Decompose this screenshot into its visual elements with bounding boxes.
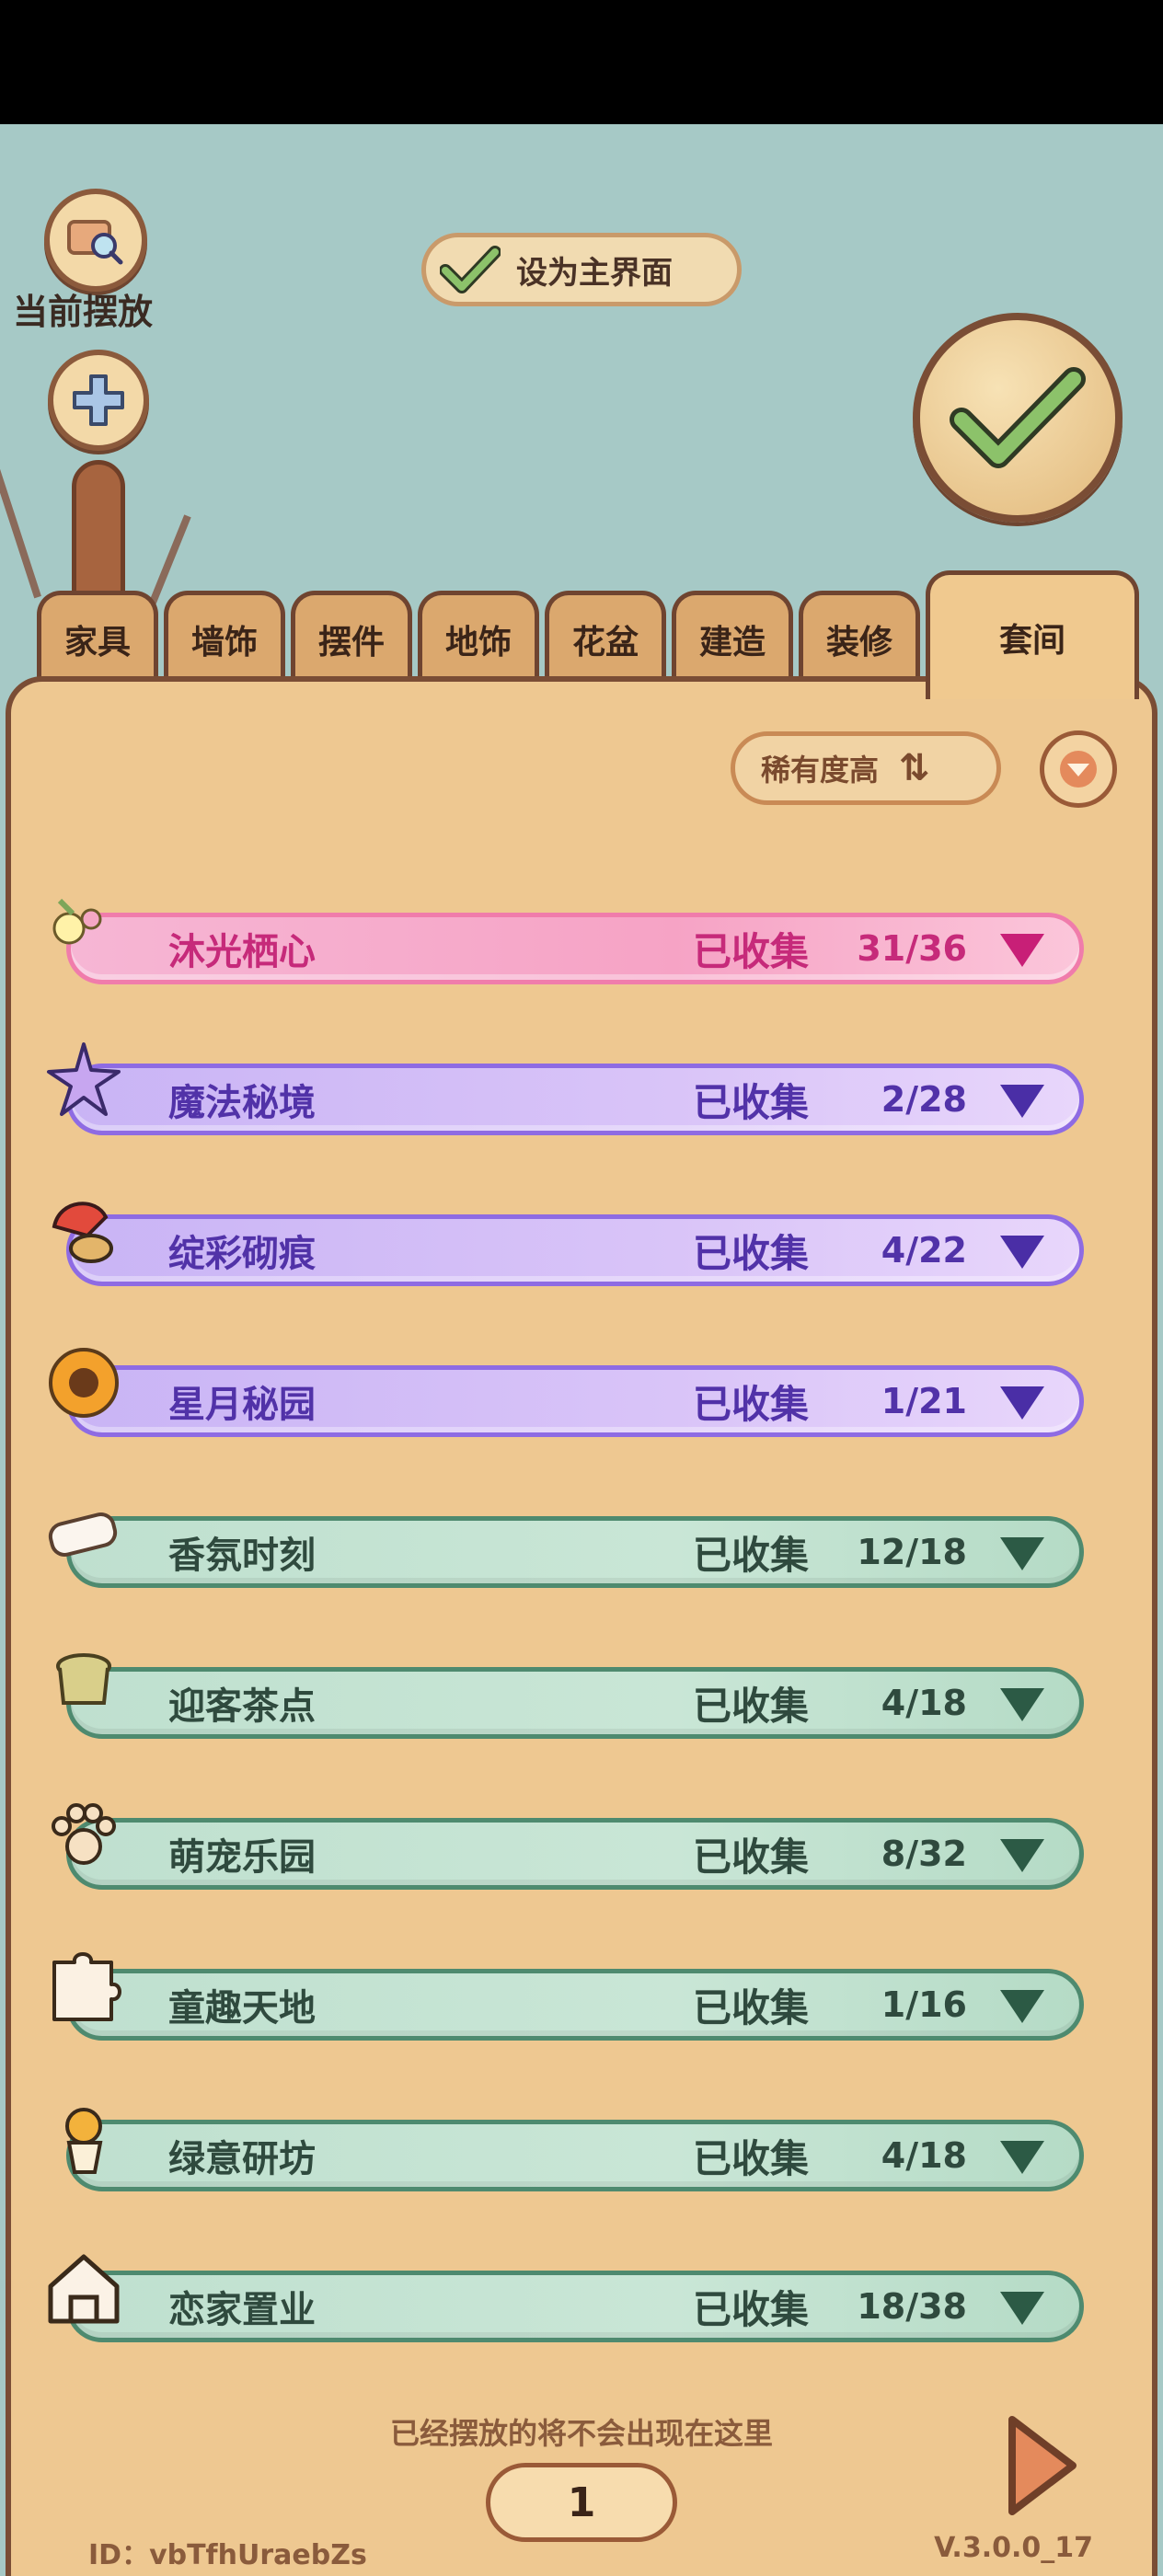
expand-arrow-icon[interactable] <box>1000 2292 1044 2325</box>
suite-title: 恋家置业 <box>168 2289 316 2331</box>
collected-label: 已收集 <box>693 1079 810 1125</box>
checkmark-icon <box>950 367 1086 468</box>
collected-count: 8/32 <box>881 1834 967 1874</box>
expand-arrow-icon[interactable] <box>1000 2141 1044 2174</box>
tab-flowerpots[interactable]: 花盆 <box>545 591 666 683</box>
expand-arrow-icon[interactable] <box>1000 1085 1044 1118</box>
collected-count: 4/22 <box>881 1230 967 1271</box>
suite-row[interactable]: 绽彩砌痕 已收集 4/22 <box>52 1202 1084 1286</box>
paint-icon <box>41 1190 126 1274</box>
suite-row[interactable]: 恋家置业 已收集 18/38 <box>48 2254 1084 2342</box>
suite-row[interactable]: 星月秘园 已收集 1/21 <box>49 1348 1084 1437</box>
suite-title: 沐光栖心 <box>168 931 316 973</box>
collected-count: 4/18 <box>881 1683 967 1723</box>
suite-row[interactable]: 魔法秘境 已收集 2/28 <box>47 1042 1084 1135</box>
suite-title: 童趣天地 <box>168 1987 316 2030</box>
suite-row[interactable]: 沐光栖心 已收集 31/36 <box>52 898 1084 984</box>
chevron-down-icon <box>1060 751 1097 788</box>
page-indicator: 1 <box>486 2463 677 2542</box>
tab-floor-decor[interactable]: 地饰 <box>418 591 539 683</box>
footer-note: 已经摆放的将不会出现在这里 <box>389 2416 773 2451</box>
suite-row[interactable]: 萌宠乐园 已收集 8/32 <box>52 1803 1084 1890</box>
sort-button[interactable]: 稀有度高 ⇅ <box>731 731 1001 805</box>
expand-arrow-icon[interactable] <box>1000 1990 1044 2023</box>
sunflower-icon <box>41 1340 126 1425</box>
expand-arrow-icon[interactable] <box>1000 1386 1044 1420</box>
tea-icon <box>41 1642 126 1727</box>
collected-label: 已收集 <box>693 2135 810 2181</box>
collected-count: 2/28 <box>881 1079 967 1120</box>
player-id: ID：vbTfhUraebZs <box>88 2539 367 2571</box>
flower-cluster-icon <box>41 888 126 972</box>
soap-icon <box>41 1491 126 1576</box>
suite-title: 绿意研坊 <box>168 2138 316 2180</box>
next-page-arrow-icon[interactable] <box>999 2410 1082 2521</box>
collected-count: 4/18 <box>881 2135 967 2176</box>
current-placement-label: 当前摆放 <box>13 292 154 332</box>
collected-label: 已收集 <box>693 1683 810 1729</box>
expand-arrow-icon[interactable] <box>1000 934 1044 967</box>
suite-title: 迎客茶点 <box>168 1685 316 1728</box>
house-icon <box>41 2246 126 2330</box>
sort-order-icon: ⇅ <box>899 747 930 789</box>
suite-row[interactable]: 迎客茶点 已收集 4/18 <box>56 1653 1084 1739</box>
collected-label: 已收集 <box>693 928 810 974</box>
suite-row[interactable]: 绿意研坊 已收集 4/18 <box>65 2108 1084 2191</box>
tab-building[interactable]: 建造 <box>672 591 793 683</box>
expand-arrow-icon[interactable] <box>1000 1688 1044 1721</box>
plus-icon <box>73 374 124 426</box>
suite-title: 香氛时刻 <box>168 1535 316 1577</box>
magnify-scroll-icon <box>67 220 123 265</box>
tab-ornaments[interactable]: 摆件 <box>291 591 412 683</box>
collected-count: 1/16 <box>881 1984 967 2025</box>
collected-label: 已收集 <box>693 1230 810 1276</box>
status-bar <box>0 0 1163 124</box>
suite-row[interactable]: 童趣天地 已收集 1/16 <box>52 1952 1084 2041</box>
checkbox-checked-icon <box>437 242 503 297</box>
suite-title: 萌宠乐园 <box>168 1836 316 1879</box>
set-main-screen-toggle[interactable]: 设为主界面 <box>421 233 742 306</box>
set-main-label: 设为主界面 <box>516 254 673 292</box>
confirm-button[interactable] <box>913 313 1123 523</box>
plant-icon <box>41 2095 126 2179</box>
collected-label: 已收集 <box>693 1381 810 1427</box>
puzzle-icon <box>41 1944 126 2029</box>
collected-label: 已收集 <box>693 2286 810 2332</box>
paw-icon <box>41 1793 126 1878</box>
collected-count: 1/21 <box>881 1381 967 1421</box>
collected-count: 12/18 <box>857 1532 967 1572</box>
collected-label: 已收集 <box>693 1984 810 2030</box>
sort-label: 稀有度高 <box>761 753 880 788</box>
current-placement-button[interactable] <box>44 189 147 292</box>
collected-label: 已收集 <box>693 1532 810 1578</box>
collected-label: 已收集 <box>693 1834 810 1880</box>
tab-suites[interactable]: 套间 <box>926 570 1139 699</box>
category-tabs: 家具 墙饰 摆件 地饰 花盆 建造 装修 套间 <box>0 570 1163 699</box>
expand-arrow-icon[interactable] <box>1000 1839 1044 1872</box>
collected-count: 18/38 <box>857 2286 967 2327</box>
tab-renovation[interactable]: 装修 <box>799 591 920 683</box>
branch-decoration <box>0 385 41 599</box>
suite-title: 绽彩砌痕 <box>168 1233 316 1275</box>
expand-arrow-icon[interactable] <box>1000 1537 1044 1570</box>
tab-wall-decor[interactable]: 墙饰 <box>164 591 285 683</box>
version-label: V.3.0.0_17 <box>934 2532 1093 2564</box>
expand-arrow-icon[interactable] <box>1000 1236 1044 1269</box>
suite-row[interactable]: 香氛时刻 已收集 12/18 <box>48 1512 1084 1588</box>
tab-furniture[interactable]: 家具 <box>37 591 158 683</box>
filter-dropdown-button[interactable] <box>1040 730 1117 808</box>
add-button[interactable] <box>48 350 149 451</box>
suite-title: 魔法秘境 <box>168 1082 316 1124</box>
star-icon <box>41 1039 126 1123</box>
suite-title: 星月秘园 <box>168 1384 316 1426</box>
collected-count: 31/36 <box>857 928 967 969</box>
